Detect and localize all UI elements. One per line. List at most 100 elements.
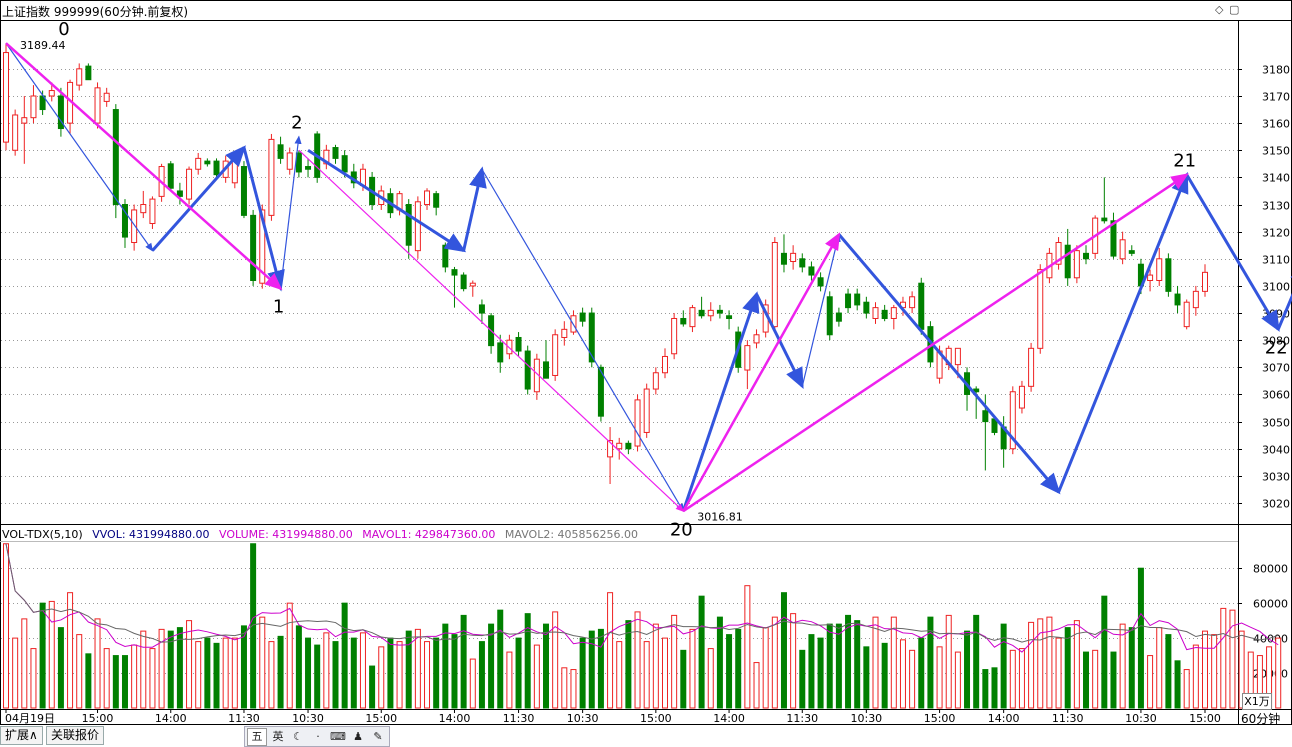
volume-bar-down xyxy=(845,614,852,709)
price-tick-label: 3050 xyxy=(1262,417,1290,430)
price-tick-label: 3060 xyxy=(1262,389,1290,402)
candle-body-up xyxy=(643,388,650,433)
candle-body-up xyxy=(872,307,879,319)
price-tick-label: 3040 xyxy=(1262,444,1290,457)
candle-body-up xyxy=(1147,274,1154,281)
time-axis-label: 15:00 xyxy=(924,712,956,725)
candle-body-up xyxy=(1192,290,1199,309)
candle-body-up xyxy=(186,168,193,200)
punctuation-icon[interactable]: · xyxy=(309,729,327,745)
volume-bar-down xyxy=(240,625,247,709)
candle-body-down xyxy=(543,361,550,379)
volume-bar-up xyxy=(661,637,668,709)
volume-bar-down xyxy=(350,637,357,709)
diamond-icon[interactable]: ◇ xyxy=(1215,3,1223,16)
chart-title: 上证指数 999999(60分钟.前复权) xyxy=(2,5,189,19)
price-tick-label: 3180 xyxy=(1262,64,1290,77)
moon-icon[interactable]: ☾ xyxy=(289,729,307,745)
candle-body-down xyxy=(478,304,485,314)
candle-body-up xyxy=(661,355,668,374)
volume-bar-down xyxy=(112,655,119,709)
volume-bar-up xyxy=(899,639,906,709)
candle-body-up xyxy=(890,307,897,319)
volume-bar-up xyxy=(259,616,266,709)
volume-bar-down xyxy=(1165,634,1172,709)
candle-body-down xyxy=(1128,250,1135,254)
volume-bar-up xyxy=(21,618,28,709)
candle-body-down xyxy=(1165,258,1172,292)
candle-body-down xyxy=(250,214,257,281)
volume-bar-up xyxy=(1202,630,1208,709)
volume-bar-down xyxy=(726,634,733,709)
volume-bar-up xyxy=(414,628,421,709)
candle-body-up xyxy=(424,190,431,206)
volume-bar-down xyxy=(854,620,861,709)
candle-body-up xyxy=(552,334,559,376)
volume-bar-up xyxy=(222,637,229,709)
volume-bar-up xyxy=(186,620,193,709)
volume-bar-up xyxy=(533,644,540,709)
candle-body-down xyxy=(524,350,531,390)
candle-body-down xyxy=(1083,252,1090,260)
wave-line-magenta xyxy=(5,42,283,291)
volume-bar-up xyxy=(506,651,513,709)
volume-bar-down xyxy=(826,623,833,709)
volume-bar-down xyxy=(387,637,394,709)
volume-bar-up xyxy=(945,614,952,709)
volume-bar-up xyxy=(268,641,275,709)
wave-line-magenta xyxy=(298,149,685,512)
volume-bar-down xyxy=(277,635,284,709)
candle-body-down xyxy=(680,317,687,325)
volume-bar-down xyxy=(579,637,586,709)
candle-body-up xyxy=(616,442,623,450)
chart-window[interactable]: 3180 3170 3160 3150 3140 3130 3120 3110 3100 3090… xyxy=(0,0,1292,747)
candle-body-down xyxy=(1064,244,1071,279)
volume-bar-up xyxy=(1092,649,1099,709)
candle-body-down xyxy=(854,293,861,306)
candle-body-down xyxy=(204,160,211,165)
price-tick-label: 3070 xyxy=(1262,362,1290,375)
volume-bar-down xyxy=(341,602,348,709)
volume-unit-button[interactable]: X1万 xyxy=(1242,693,1272,710)
volume-bar-up xyxy=(140,630,147,709)
candle-body-up xyxy=(707,309,714,317)
volume-bar-down xyxy=(625,620,632,709)
keyboard-icon[interactable]: ⌨ xyxy=(329,729,347,745)
time-axis-label: 14:00 xyxy=(713,712,745,725)
volume-bar-down xyxy=(982,669,989,709)
volume-bar-up xyxy=(12,637,19,709)
tab-related-quotes[interactable]: 关联报价 xyxy=(46,726,105,745)
time-axis-label: 11:30 xyxy=(228,712,260,725)
ime-toolbar: 五 英 ☾ · ⌨ ♟ ✎ xyxy=(244,726,390,747)
kline-chart-canvas[interactable]: 3180317031603150314031303120311031003090… xyxy=(0,0,1292,746)
volume-bar-down xyxy=(780,592,787,709)
price-tick-label: 3020 xyxy=(1262,498,1290,511)
volume-bar-down xyxy=(918,637,925,709)
price-tick-label: 3160 xyxy=(1262,118,1290,131)
candle-body-up xyxy=(1156,258,1163,281)
candle-body-up xyxy=(94,87,101,124)
volume-bar-down xyxy=(1137,567,1144,709)
volume-bar-up xyxy=(1028,621,1035,709)
volume-tick-label: 80000 xyxy=(1253,563,1288,576)
restore-icon[interactable]: ▢ xyxy=(1229,3,1239,16)
candle-body-down xyxy=(167,163,174,189)
candle-body-down xyxy=(780,252,787,265)
period-label[interactable]: 60分钟 xyxy=(1241,710,1280,727)
volume-bar-down xyxy=(488,623,495,709)
candle-body-down xyxy=(305,166,312,170)
volume-bar-down xyxy=(973,614,980,709)
price-tick-label: 3100 xyxy=(1262,281,1290,294)
volume-bar-down xyxy=(863,646,870,709)
settings-icon[interactable]: ✎ xyxy=(369,729,387,745)
time-axis-label: 14:00 xyxy=(988,712,1020,725)
volume-bar-up xyxy=(286,602,293,709)
time-axis-label: 15:00 xyxy=(365,712,397,725)
user-icon[interactable]: ♟ xyxy=(349,729,367,745)
english-mode-icon[interactable]: 英 xyxy=(269,729,287,745)
candle-body-down xyxy=(460,274,467,290)
tab-extend[interactable]: 扩展∧ xyxy=(0,726,43,745)
candle-body-up xyxy=(671,317,678,355)
wubi-icon[interactable]: 五 xyxy=(247,727,267,746)
time-axis-label: 11:30 xyxy=(1052,712,1084,725)
